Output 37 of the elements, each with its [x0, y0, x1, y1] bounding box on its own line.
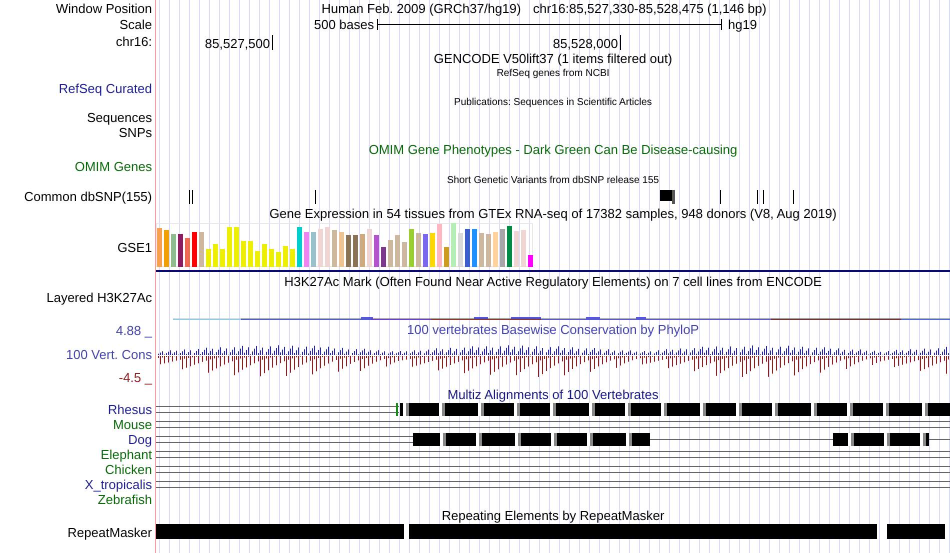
species-label: Mouse — [112, 417, 152, 432]
row-label: chr16: — [116, 34, 152, 49]
track-label: SNPs — [118, 125, 152, 140]
track-title: OMIM Gene Phenotypes - Dark Green Can Be Disease-causing — [368, 142, 738, 157]
position-text: chr16:85,527,330-85,528,475 (1,146 bp) — [532, 0, 766, 16]
scale-length: 500 bases — [313, 17, 375, 32]
species-label: Dog — [128, 432, 152, 447]
axis-label: -4.5 _ — [118, 370, 152, 385]
track-title: Repeating Elements by RepeatMasker — [442, 508, 664, 523]
track-label: Layered H3K27Ac — [46, 290, 152, 305]
track-label: GSE1 — [117, 240, 152, 255]
track-title: H3K27Ac Mark (Often Found Near Active Regulatory Elements) on 7 cell lines from ENCODE — [284, 274, 822, 289]
track-label: OMIM Genes — [74, 159, 152, 174]
track-title: GENCODE V50lift37 (1 items filtered out) — [434, 51, 672, 66]
track-label: RefSeq Curated — [58, 81, 152, 96]
track-label: Sequences — [86, 110, 152, 125]
track-label: Common dbSNP(155) — [24, 189, 152, 204]
ruler-tick: 85,528,000 — [273, 35, 621, 50]
track-title: Multiz Alignments of 100 Vertebrates — [447, 386, 658, 402]
species-label: Elephant — [100, 447, 152, 462]
track-title: Short Genetic Variants from dbSNP release 155 — [447, 175, 659, 187]
track-label: RepeatMasker — [67, 524, 152, 540]
ruler-tick: 85,527,500 — [156, 35, 273, 50]
row-label: Scale — [119, 17, 152, 32]
species-label: Chicken — [105, 462, 152, 477]
axis-label: 4.88 _ — [116, 323, 152, 338]
track-label: 100 Vert. Cons — [66, 346, 152, 362]
species-label: X_tropicalis — [84, 477, 152, 492]
track-title: Gene Expression in 54 tissues from GTEx RNA-seq of 17382 samples, 948 donors (V8, Aug 2019) — [269, 206, 837, 221]
scale-assembly: hg19 — [727, 17, 757, 32]
species-label: Rhesus — [108, 402, 152, 417]
track-title: Publications: Sequences in Scientific Articles — [454, 97, 652, 109]
species-label: Zebrafish — [98, 492, 152, 507]
assembly-name: Human Feb. 2009 (GRCh37/hg19) — [322, 0, 521, 16]
row-label: Window Position — [56, 0, 152, 16]
track-title: 100 vertebrates Basewise Conservation by PhyloP — [407, 322, 699, 337]
track-title: RefSeq genes from NCBI — [496, 68, 610, 80]
